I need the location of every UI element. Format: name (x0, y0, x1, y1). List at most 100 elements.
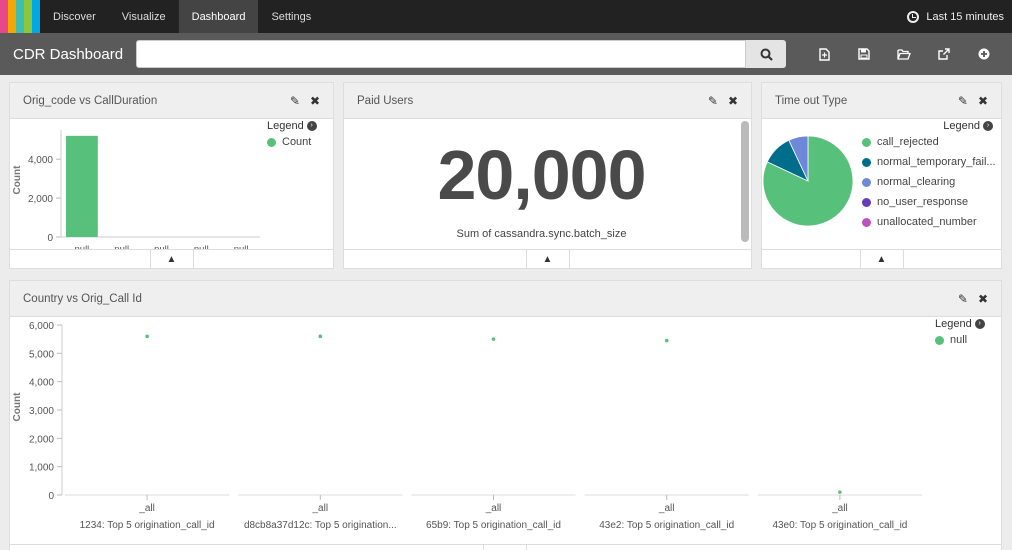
legend-item[interactable]: no_user_response (862, 192, 995, 212)
legend-item-label: null (950, 334, 968, 346)
legend-color-swatch (862, 217, 871, 227)
chevron-up-icon: ▲ (166, 253, 177, 265)
legend-color-swatch (862, 137, 871, 147)
panel-orig-code: Orig_code vs CallDuration ✎ ✖ Count 0 2,00… (9, 82, 334, 269)
nav-tab-settings[interactable]: Settings (258, 0, 324, 33)
bar-chart: Count02,0004,000null0: ...null900...null… (12, 130, 260, 250)
y-tick-label: 2,000 (29, 434, 54, 445)
panel-title: Paid Users (357, 94, 414, 107)
legend-title[interactable]: Legend › (862, 120, 995, 132)
scatter-chart: Count 0 1,000 2,000 3,000 4,000 5,000 6,000 _all… (12, 321, 922, 531)
top-nav: Discover Visualize Dashboard Settings La… (0, 0, 1012, 33)
legend-toggle-icon[interactable]: › (974, 319, 985, 329)
legend-item[interactable]: normal_temporary_fail... (862, 152, 995, 172)
scrollbar[interactable] (741, 121, 749, 242)
legend-title[interactable]: Legend › (267, 120, 333, 132)
x-group-label: 43e0: Top 5 origination_call_id (772, 520, 907, 531)
legend-item-label: call_rejected (877, 136, 939, 148)
data-point (664, 338, 669, 343)
search-button[interactable] (746, 40, 786, 68)
legend-toggle-icon[interactable]: › (983, 121, 993, 131)
legend-item[interactable]: normal_clearing (862, 172, 995, 192)
panel-footer: ▲ (10, 249, 333, 268)
x-group-label: 43e2: Top 5 origination_call_id (599, 520, 734, 531)
legend-color-swatch (862, 157, 871, 167)
close-icon[interactable]: ✖ (728, 94, 738, 108)
x-tick-label: _all (831, 503, 848, 514)
share-dashboard-button[interactable] (924, 40, 964, 68)
nav-tab-discover[interactable]: Discover (40, 0, 109, 33)
collapse-button[interactable] (483, 545, 527, 550)
close-icon[interactable]: ✖ (310, 94, 320, 108)
panel-header: Country vs Orig_Call Id ✎ ✖ (10, 281, 1001, 317)
kibana-logo[interactable] (0, 0, 40, 33)
edit-pencil-icon[interactable]: ✎ (958, 94, 968, 108)
edit-pencil-icon[interactable]: ✎ (708, 94, 718, 108)
time-picker[interactable]: Last 15 minutes (907, 0, 1012, 33)
panel-title: Time out Type (775, 94, 848, 107)
x-group-label: 1234: Top 5 origination_call_id (80, 520, 215, 531)
open-dashboard-button[interactable] (884, 40, 924, 68)
data-point (145, 334, 149, 339)
add-panel-button[interactable] (964, 40, 1004, 68)
close-icon[interactable]: ✖ (978, 292, 988, 306)
logo-stripe (16, 0, 24, 33)
legend-item[interactable]: call_rejected (862, 132, 995, 152)
data-point (318, 334, 323, 339)
y-tick-label: 3,000 (29, 406, 54, 417)
close-icon[interactable]: ✖ (978, 94, 988, 108)
save-icon (858, 48, 870, 60)
legend: Legend › call_rejected normal_temporary_fa… (862, 120, 995, 232)
query-input[interactable] (136, 40, 746, 68)
legend-item-label: Count (282, 136, 312, 148)
legend-item-label: unallocated_number (877, 216, 977, 228)
x-tick-label: _all (658, 503, 675, 514)
y-tick-label: 4,000 (29, 378, 54, 389)
y-axis-label: Count (12, 165, 23, 195)
legend-color-swatch (862, 177, 871, 187)
time-range-label: Last 15 minutes (926, 10, 1004, 23)
y-tick-label: 5,000 (29, 349, 54, 360)
y-axis-label: Count (12, 392, 23, 422)
collapse-button[interactable]: ▲ (149, 250, 194, 268)
y-tick-label: 2,000 (28, 194, 53, 205)
nav-tab-dashboard[interactable]: Dashboard (178, 0, 259, 33)
panel-paid-users: Paid Users ✎ ✖ 20,000 Sum of cassandra.s… (343, 82, 752, 269)
legend-item[interactable]: Count (267, 132, 333, 152)
panel-timeout-type: Time out Type ✎ ✖ Legend › call_rejectedn… (761, 82, 1002, 269)
legend-toggle-icon[interactable]: › (306, 121, 317, 131)
data-point (491, 337, 496, 341)
new-dashboard-button[interactable] (804, 40, 844, 68)
panel-title: Orig_code vs CallDuration (23, 94, 158, 107)
collapse-button[interactable]: ▲ (859, 250, 904, 268)
collapse-button[interactable]: ▲ (525, 250, 570, 268)
edit-pencil-icon[interactable]: ✎ (290, 94, 300, 108)
share-icon (938, 48, 950, 60)
y-tick-label: 4,000 (28, 155, 53, 166)
legend: Legend › Count (267, 120, 333, 152)
panel-header: Orig_code vs CallDuration ✎ ✖ (10, 83, 333, 119)
dashboard-toolbar: CDR Dashboard (0, 33, 1012, 75)
legend-color-swatch (862, 197, 871, 207)
legend-item[interactable]: null (935, 330, 1001, 350)
x-group-label: d8cb8a37d12c: Top 5 origination... (244, 520, 397, 531)
legend-item[interactable]: unallocated_number (862, 212, 995, 232)
save-dashboard-button[interactable] (844, 40, 884, 68)
legend: Legend › null (935, 318, 1001, 350)
logo-stripe (32, 0, 40, 33)
new-dashboard-icon (818, 47, 830, 61)
panel-footer (10, 544, 1001, 550)
panel-header: Paid Users ✎ ✖ (344, 83, 751, 119)
legend-title[interactable]: Legend › (935, 318, 1001, 330)
metric-value: 20,000 (437, 136, 646, 214)
panel-footer: ▲ (344, 249, 751, 268)
edit-pencil-icon[interactable]: ✎ (958, 292, 968, 306)
legend-item-label: normal_temporary_fail... (877, 156, 995, 168)
legend-item-label: normal_clearing (877, 176, 956, 188)
y-tick-label: 1,000 (29, 463, 54, 474)
metric-label: Sum of cassandra.sync.batch_size (456, 228, 627, 240)
panel-header: Time out Type ✎ ✖ (762, 83, 1001, 119)
logo-stripe (8, 0, 16, 33)
panel-footer: ▲ (762, 249, 1001, 268)
nav-tab-visualize[interactable]: Visualize (109, 0, 179, 33)
